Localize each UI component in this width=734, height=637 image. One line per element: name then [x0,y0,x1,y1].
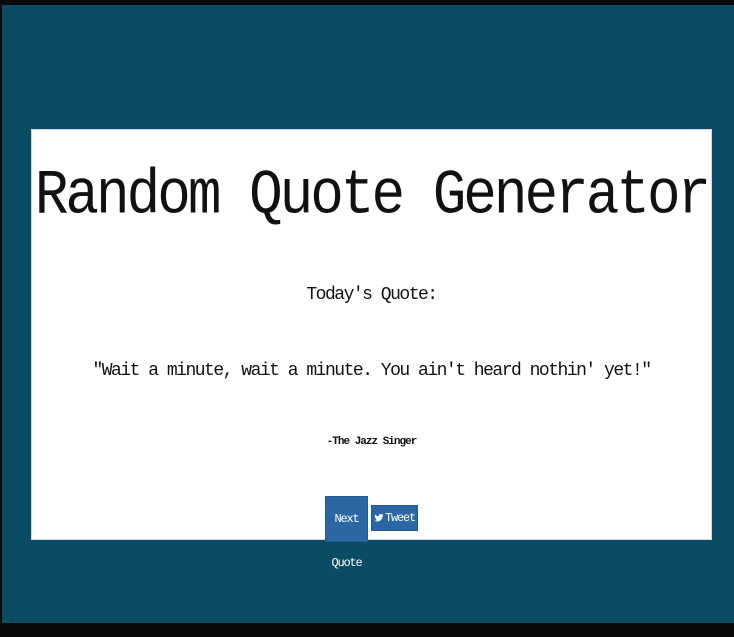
window-frame: Random Quote Generator Today's Quote: "W… [0,0,734,637]
button-group: Next Quote Tweet [32,496,711,570]
page-background: Random Quote Generator Today's Quote: "W… [2,5,734,623]
page-title: Random Quote Generator [34,159,711,232]
next-quote-button[interactable]: Next Quote [324,496,368,570]
twitter-bird-icon [374,514,384,522]
quote-card: Random Quote Generator Today's Quote: "W… [31,129,712,570]
todays-quote-label: Today's Quote: [306,285,438,305]
tweet-label: Tweet [384,511,416,525]
quote-text: "Wait a minute, wait a minute. You ain't… [92,361,652,381]
tweet-button[interactable]: Tweet [370,505,418,531]
quote-author: -The Jazz Singer [326,436,418,448]
